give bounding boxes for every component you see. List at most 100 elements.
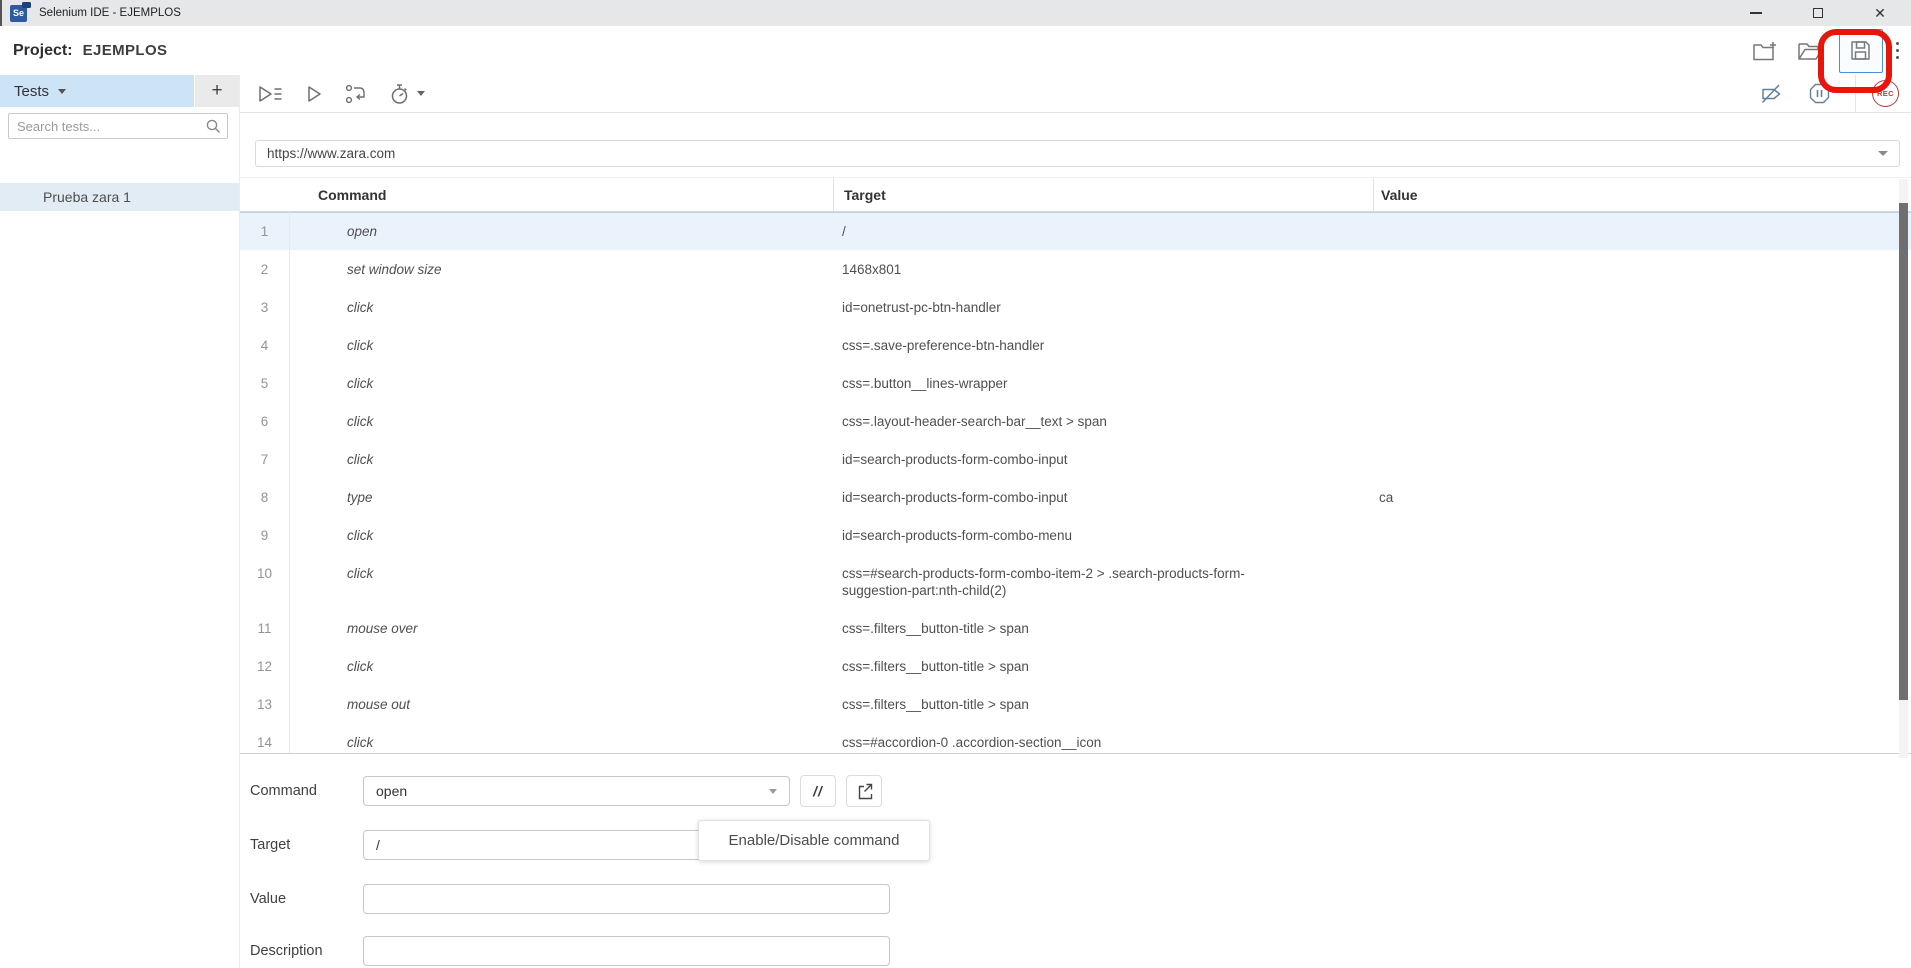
row-number: 8 xyxy=(240,478,290,516)
row-value xyxy=(1372,326,1911,364)
row-value xyxy=(1372,723,1911,753)
table-row[interactable]: 6 click css=.layout-header-search-bar__t… xyxy=(240,402,1911,440)
row-target: css=#accordion-0 .accordion-section__ico… xyxy=(832,723,1372,753)
project-name: EJEMPLOS xyxy=(83,42,168,59)
row-command: click xyxy=(290,288,832,326)
row-target: id=search-products-form-combo-input xyxy=(832,440,1372,478)
row-command: click xyxy=(290,440,832,478)
minimize-icon xyxy=(1750,12,1762,14)
app-window: Se Selenium IDE - EJEMPLOS ✕ Project: EJ… xyxy=(0,0,1911,968)
row-value xyxy=(1372,250,1911,288)
table-row[interactable]: 5 click css=.button__lines-wrapper xyxy=(240,364,1911,402)
value-input[interactable] xyxy=(363,884,890,914)
project-label: Project: xyxy=(13,42,73,60)
base-url-combobox[interactable]: https://www.zara.com xyxy=(255,140,1900,167)
row-command: click xyxy=(290,364,832,402)
row-number: 9 xyxy=(240,516,290,554)
run-all-tests-button[interactable] xyxy=(256,84,283,104)
titlebar: Se Selenium IDE - EJEMPLOS ✕ xyxy=(0,0,1911,26)
row-command: type xyxy=(290,478,832,516)
row-number: 2 xyxy=(240,250,290,288)
table-bottom-divider xyxy=(240,753,1911,754)
window-title: Selenium IDE - EJEMPLOS xyxy=(39,7,181,19)
stopwatch-icon xyxy=(389,83,410,105)
row-target: / xyxy=(832,212,1372,250)
vertical-scrollbar-thumb[interactable] xyxy=(1899,203,1908,700)
table-row[interactable]: 3 click id=onetrust-pc-btn-handler xyxy=(240,288,1911,326)
tests-label: Tests xyxy=(14,83,49,100)
test-speed-button[interactable] xyxy=(389,83,425,105)
step-over-icon xyxy=(345,84,368,104)
row-number: 3 xyxy=(240,288,290,326)
toolbar: REC xyxy=(240,75,1911,113)
description-field-label: Description xyxy=(250,943,363,959)
minimize-button[interactable] xyxy=(1725,0,1787,26)
description-input[interactable] xyxy=(363,936,890,966)
command-select-value: open xyxy=(376,783,407,799)
row-value xyxy=(1372,516,1911,554)
row-value xyxy=(1372,647,1911,685)
command-select[interactable]: open xyxy=(363,776,790,806)
row-target: css=.filters__button-title > span xyxy=(832,609,1372,647)
project-bar: Project: EJEMPLOS xyxy=(0,26,1911,75)
pause-on-exceptions-button[interactable] xyxy=(1808,82,1831,105)
search-icon xyxy=(205,118,221,134)
row-command: click xyxy=(290,326,832,364)
row-target: css=.filters__button-title > span xyxy=(832,685,1372,723)
comment-toggle-button[interactable]: // xyxy=(800,775,836,807)
row-command: click xyxy=(290,516,832,554)
close-button[interactable]: ✕ xyxy=(1849,0,1911,26)
test-list-item[interactable]: Prueba zara 1 xyxy=(0,183,239,211)
row-number: 1 xyxy=(240,212,290,250)
row-number: 12 xyxy=(240,647,290,685)
table-row[interactable]: 14 click css=#accordion-0 .accordion-sec… xyxy=(240,723,1911,753)
row-target: css=.filters__button-title > span xyxy=(832,647,1372,685)
disable-breakpoints-button[interactable] xyxy=(1760,83,1784,105)
row-command: mouse out xyxy=(290,685,832,723)
table-row[interactable]: 11 mouse over css=.filters__button-title… xyxy=(240,609,1911,647)
table-row[interactable]: 2 set window size 1468x801 xyxy=(240,250,1911,288)
comment-toggle-label: // xyxy=(813,783,823,799)
table-row[interactable]: 9 click id=search-products-form-combo-me… xyxy=(240,516,1911,554)
commands-table: Command Target Value 1 open / 2 set wind… xyxy=(240,177,1911,754)
folder-open-icon xyxy=(1797,40,1824,62)
row-value xyxy=(1372,288,1911,326)
sidebar: Tests + Prueba zara 1 xyxy=(0,75,240,968)
column-header-value: Value xyxy=(1373,178,1911,211)
record-button[interactable]: REC xyxy=(1872,80,1899,107)
pause-octagon-icon xyxy=(1808,82,1831,105)
command-editor: Command open // xyxy=(240,775,1911,966)
save-project-button[interactable] xyxy=(1839,29,1883,73)
base-url-text: https://www.zara.com xyxy=(267,146,395,161)
chevron-down-icon xyxy=(417,91,425,96)
table-header: Command Target Value xyxy=(240,177,1911,212)
new-project-button[interactable] xyxy=(1752,39,1779,63)
table-row[interactable]: 12 click css=.filters__button-title > sp… xyxy=(240,647,1911,685)
row-value xyxy=(1372,364,1911,402)
tests-dropdown[interactable]: Tests xyxy=(0,75,194,107)
more-options-button[interactable] xyxy=(1896,42,1900,60)
run-current-test-button[interactable] xyxy=(304,84,324,104)
chevron-down-icon xyxy=(1878,151,1888,156)
table-row[interactable]: 13 mouse out css=.filters__button-title … xyxy=(240,685,1911,723)
row-number: 13 xyxy=(240,685,290,723)
table-row[interactable]: 4 click css=.save-preference-btn-handler xyxy=(240,326,1911,364)
command-field-label: Command xyxy=(250,783,363,799)
table-row[interactable]: 8 type id=search-products-form-combo-inp… xyxy=(240,478,1911,516)
test-list: Prueba zara 1 xyxy=(0,183,239,211)
commands-tbody: 1 open / 2 set window size 1468x801 3 cl… xyxy=(240,212,1911,753)
table-row[interactable]: 1 open / xyxy=(240,212,1911,250)
search-tests-input[interactable] xyxy=(8,113,228,139)
open-project-button[interactable] xyxy=(1797,40,1824,62)
value-field-label: Value xyxy=(250,891,363,907)
row-number: 10 xyxy=(240,554,290,609)
row-value xyxy=(1372,440,1911,478)
maximize-button[interactable] xyxy=(1787,0,1849,26)
table-row[interactable]: 10 click css=#search-products-form-combo… xyxy=(240,554,1911,609)
open-reference-button[interactable] xyxy=(846,775,882,807)
add-test-button[interactable]: + xyxy=(194,75,239,107)
table-row[interactable]: 7 click id=search-products-form-combo-in… xyxy=(240,440,1911,478)
breakpoint-slash-icon xyxy=(1760,83,1784,105)
step-over-button[interactable] xyxy=(345,84,368,104)
target-field-label: Target xyxy=(250,837,363,853)
